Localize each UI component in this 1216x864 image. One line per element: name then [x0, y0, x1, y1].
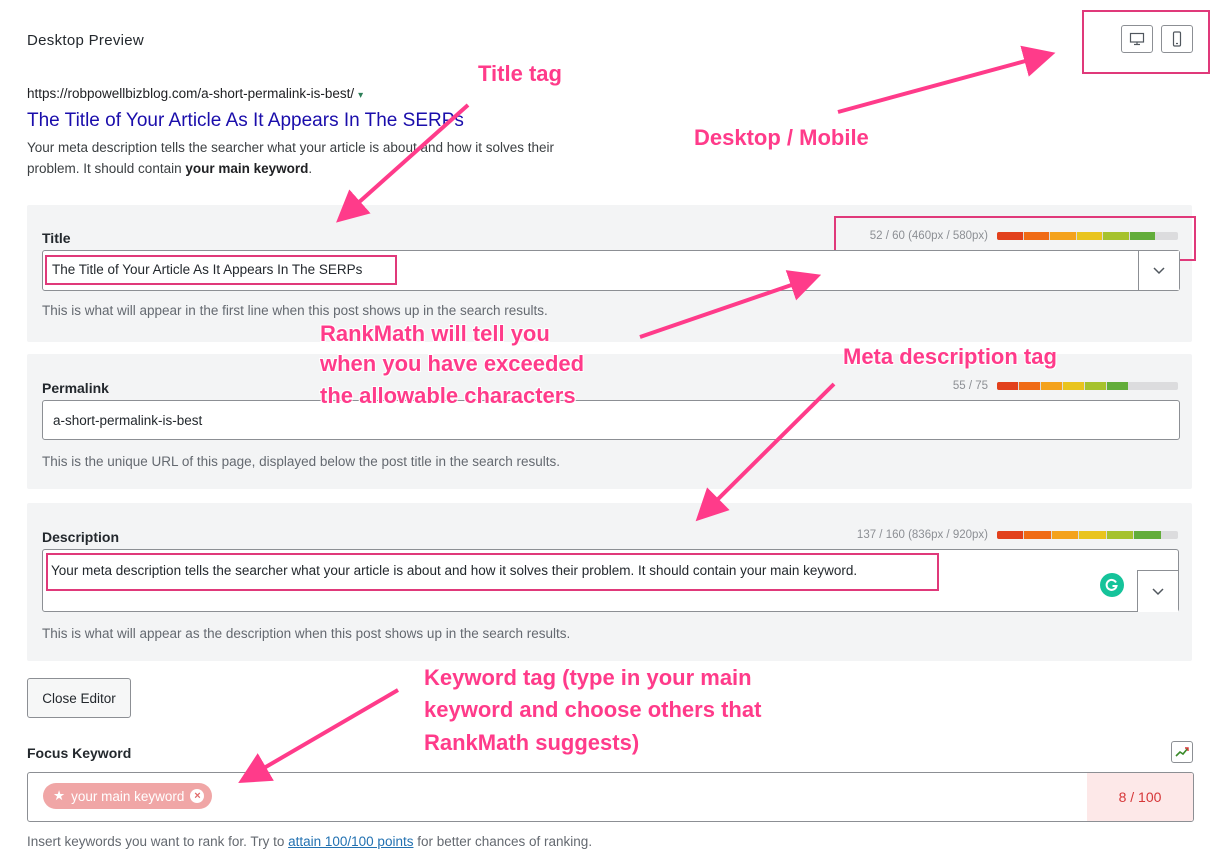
meta-desc-arrow: [695, 382, 836, 522]
devices-arrow: [837, 45, 1056, 114]
annotation-meta-desc: Meta description tag: [843, 344, 1057, 369]
annotation-keyword-3: RankMath suggests): [424, 730, 640, 755]
title-tag-arrow: [336, 103, 470, 223]
annotation-rankmath-1: RankMath will tell you: [320, 321, 550, 346]
annotation-keyword-1: Keyword tag (type in your main: [424, 665, 752, 690]
annotation-title-tag: Title tag: [478, 61, 562, 86]
annotation-rankmath-2: when you have exceeded: [320, 351, 585, 376]
counter-arrow: [639, 270, 822, 339]
annotation-rankmath-3: the allowable characters: [320, 383, 576, 408]
annotation-desktop-mobile: Desktop / Mobile: [694, 125, 869, 150]
keyword-arrow: [238, 688, 400, 784]
annotation-keyword-2: keyword and choose others that: [424, 697, 762, 722]
